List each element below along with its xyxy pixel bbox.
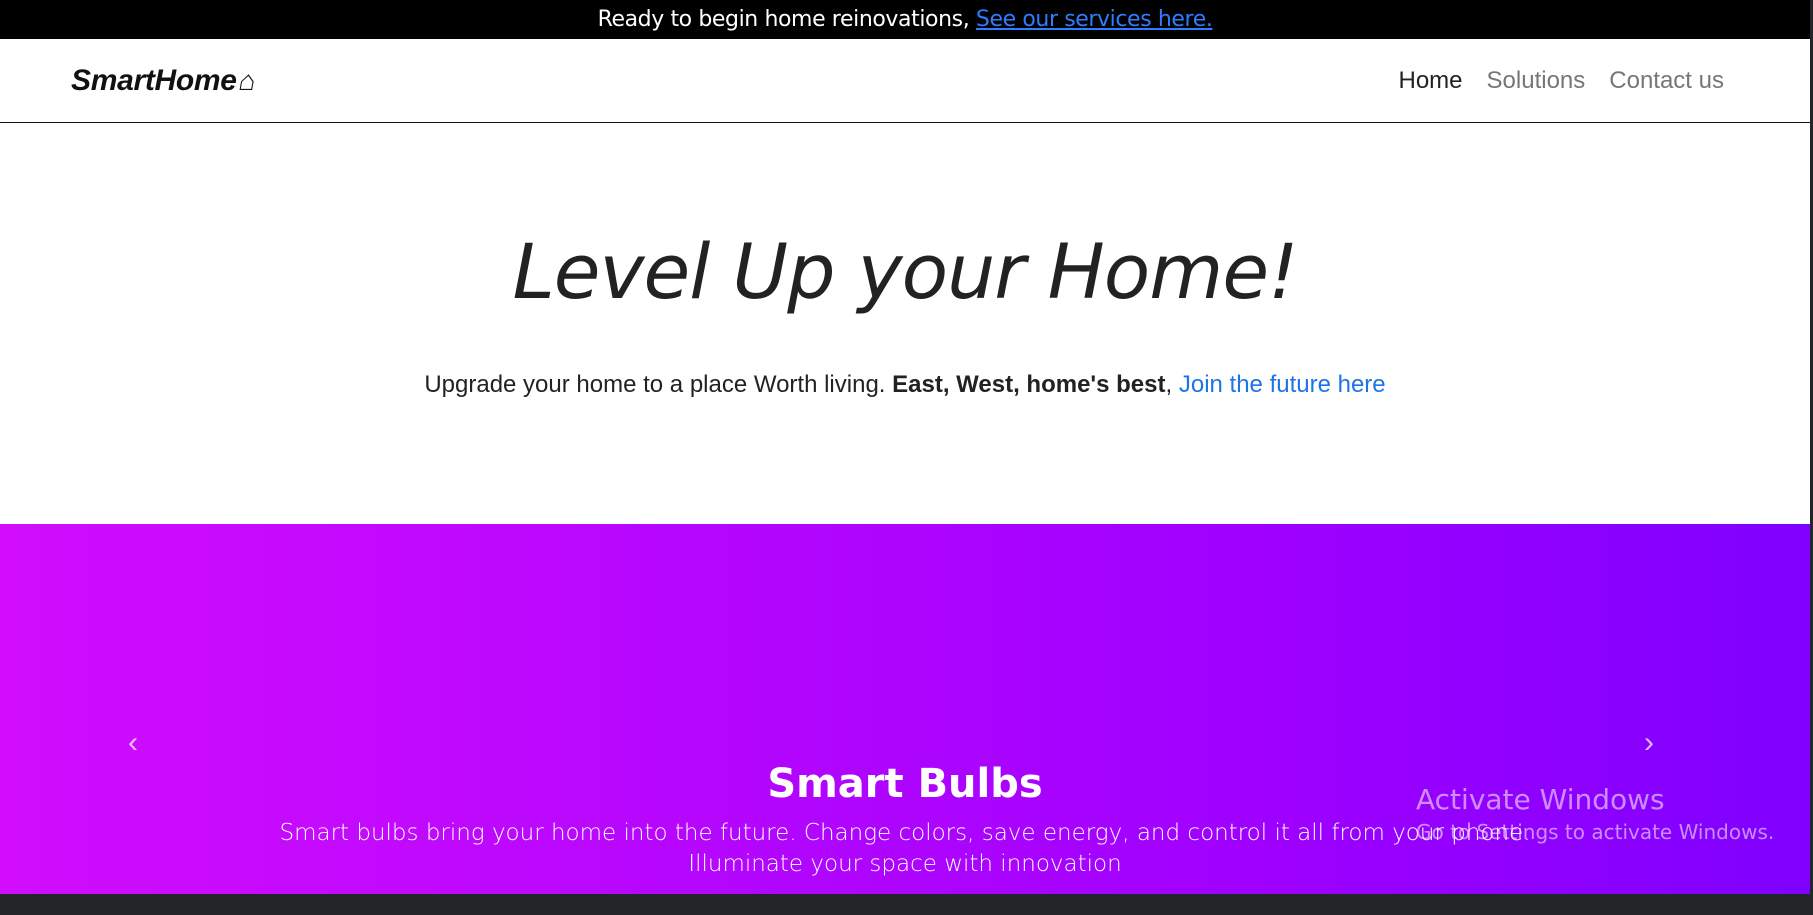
hero-title: Level Up your Home! — [512, 227, 1298, 316]
nav-item-home[interactable]: Home — [1399, 67, 1463, 95]
join-future-link[interactable]: Join the future here — [1179, 371, 1386, 398]
main-navbar: SmartHome⌂ Home Solutions Contact us — [0, 39, 1810, 123]
hero-separator: , — [1165, 371, 1179, 398]
carousel-title: Smart Bulbs — [767, 761, 1043, 807]
hero-section: Level Up your Home! Upgrade your home to… — [0, 123, 1810, 533]
carousel-caption: Smart Bulbs Smart bulbs bring your home … — [230, 760, 1580, 880]
web-page: Ready to begin home reinovations, See ou… — [0, 0, 1810, 894]
hero-lead-text: Upgrade your home to a place Worth livin… — [424, 371, 893, 398]
carousel-description: Smart bulbs bring your home into the fut… — [279, 820, 1531, 878]
announcement-text: Ready to begin home reinovations, — [597, 7, 976, 32]
brand-name: SmartHome — [71, 63, 237, 97]
brand-logo[interactable]: SmartHome⌂ — [71, 63, 259, 98]
nav-item-solutions[interactable]: Solutions — [1487, 67, 1586, 95]
carousel-next-icon[interactable]: › — [1631, 725, 1667, 761]
home-icon: ⌂ — [236, 64, 259, 96]
hero-text: Upgrade your home to a place Worth livin… — [0, 371, 1810, 399]
hero-strong-text: East, West, home's best — [892, 371, 1166, 398]
nav-links: Home Solutions Contact us — [1399, 67, 1725, 95]
product-carousel: ‹ › Smart Bulbs Smart bulbs bring your h… — [0, 524, 1810, 894]
nav-item-contact-us[interactable]: Contact us — [1609, 67, 1724, 95]
carousel-prev-icon[interactable]: ‹ — [115, 725, 151, 761]
announcement-bar: Ready to begin home reinovations, See ou… — [0, 0, 1810, 39]
services-link[interactable]: See our services here. — [976, 7, 1213, 32]
